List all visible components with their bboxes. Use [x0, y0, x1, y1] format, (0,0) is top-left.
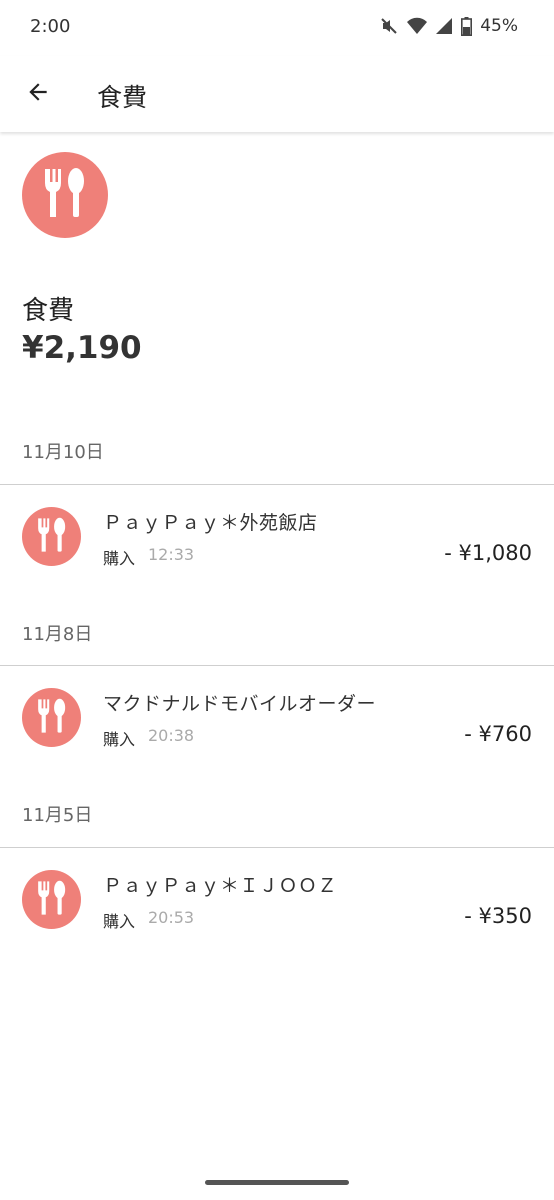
transaction-icon: [22, 688, 81, 747]
transaction-name: ＰａｙＰａｙ＊ＩＪＯＯＺ: [103, 875, 338, 897]
wifi-icon: [407, 17, 428, 35]
date-header: 11月10日: [22, 442, 104, 463]
signal-icon: [435, 17, 453, 35]
app-bar: 食費: [0, 56, 554, 132]
transaction-row[interactable]: ＰａｙＰａｙ＊ＩＪＯＯＺ 購入 20:53 - ¥350: [0, 848, 554, 942]
fork-spoon-icon: [36, 517, 68, 557]
home-indicator[interactable]: [205, 1180, 349, 1185]
transaction-name: マクドナルドモバイルオーダー: [103, 693, 377, 715]
fork-spoon-icon: [36, 880, 68, 920]
transaction-row[interactable]: ＰａｙＰａｙ＊外苑飯店 購入 12:33 - ¥1,080: [0, 485, 554, 579]
fork-spoon-icon: [36, 698, 68, 738]
transaction-time: 20:38: [148, 726, 195, 745]
battery-icon: [461, 16, 473, 36]
category-icon: [22, 152, 108, 238]
transaction-time: 12:33: [148, 545, 195, 564]
transaction-name: ＰａｙＰａｙ＊外苑飯店: [103, 512, 318, 534]
transaction-icon: [22, 870, 81, 929]
category-total: ¥2,190: [22, 330, 142, 366]
back-button[interactable]: [18, 74, 58, 114]
date-header: 11月5日: [22, 805, 93, 826]
transaction-type: 購入: [103, 730, 136, 749]
transaction-amount: - ¥350: [464, 904, 532, 928]
transaction-icon: [22, 507, 81, 566]
status-time: 2:00: [30, 16, 71, 37]
transaction-amount: - ¥760: [464, 722, 532, 746]
transaction-type: 購入: [103, 912, 136, 931]
transaction-row[interactable]: マクドナルドモバイルオーダー 購入 20:38 - ¥760: [0, 666, 554, 760]
date-header: 11月8日: [22, 624, 93, 645]
battery-percent: 45%: [480, 16, 518, 36]
status-icons: 45%: [379, 16, 518, 36]
transaction-time: 20:53: [148, 908, 195, 927]
category-name: 食費: [22, 296, 75, 326]
status-bar: 2:00 45%: [0, 0, 554, 56]
transaction-amount: - ¥1,080: [444, 541, 532, 565]
mute-icon: [379, 16, 399, 36]
arrow-left-icon: [25, 79, 51, 109]
page-title: 食費: [97, 83, 148, 112]
fork-spoon-icon: [42, 167, 88, 223]
transaction-type: 購入: [103, 549, 136, 568]
